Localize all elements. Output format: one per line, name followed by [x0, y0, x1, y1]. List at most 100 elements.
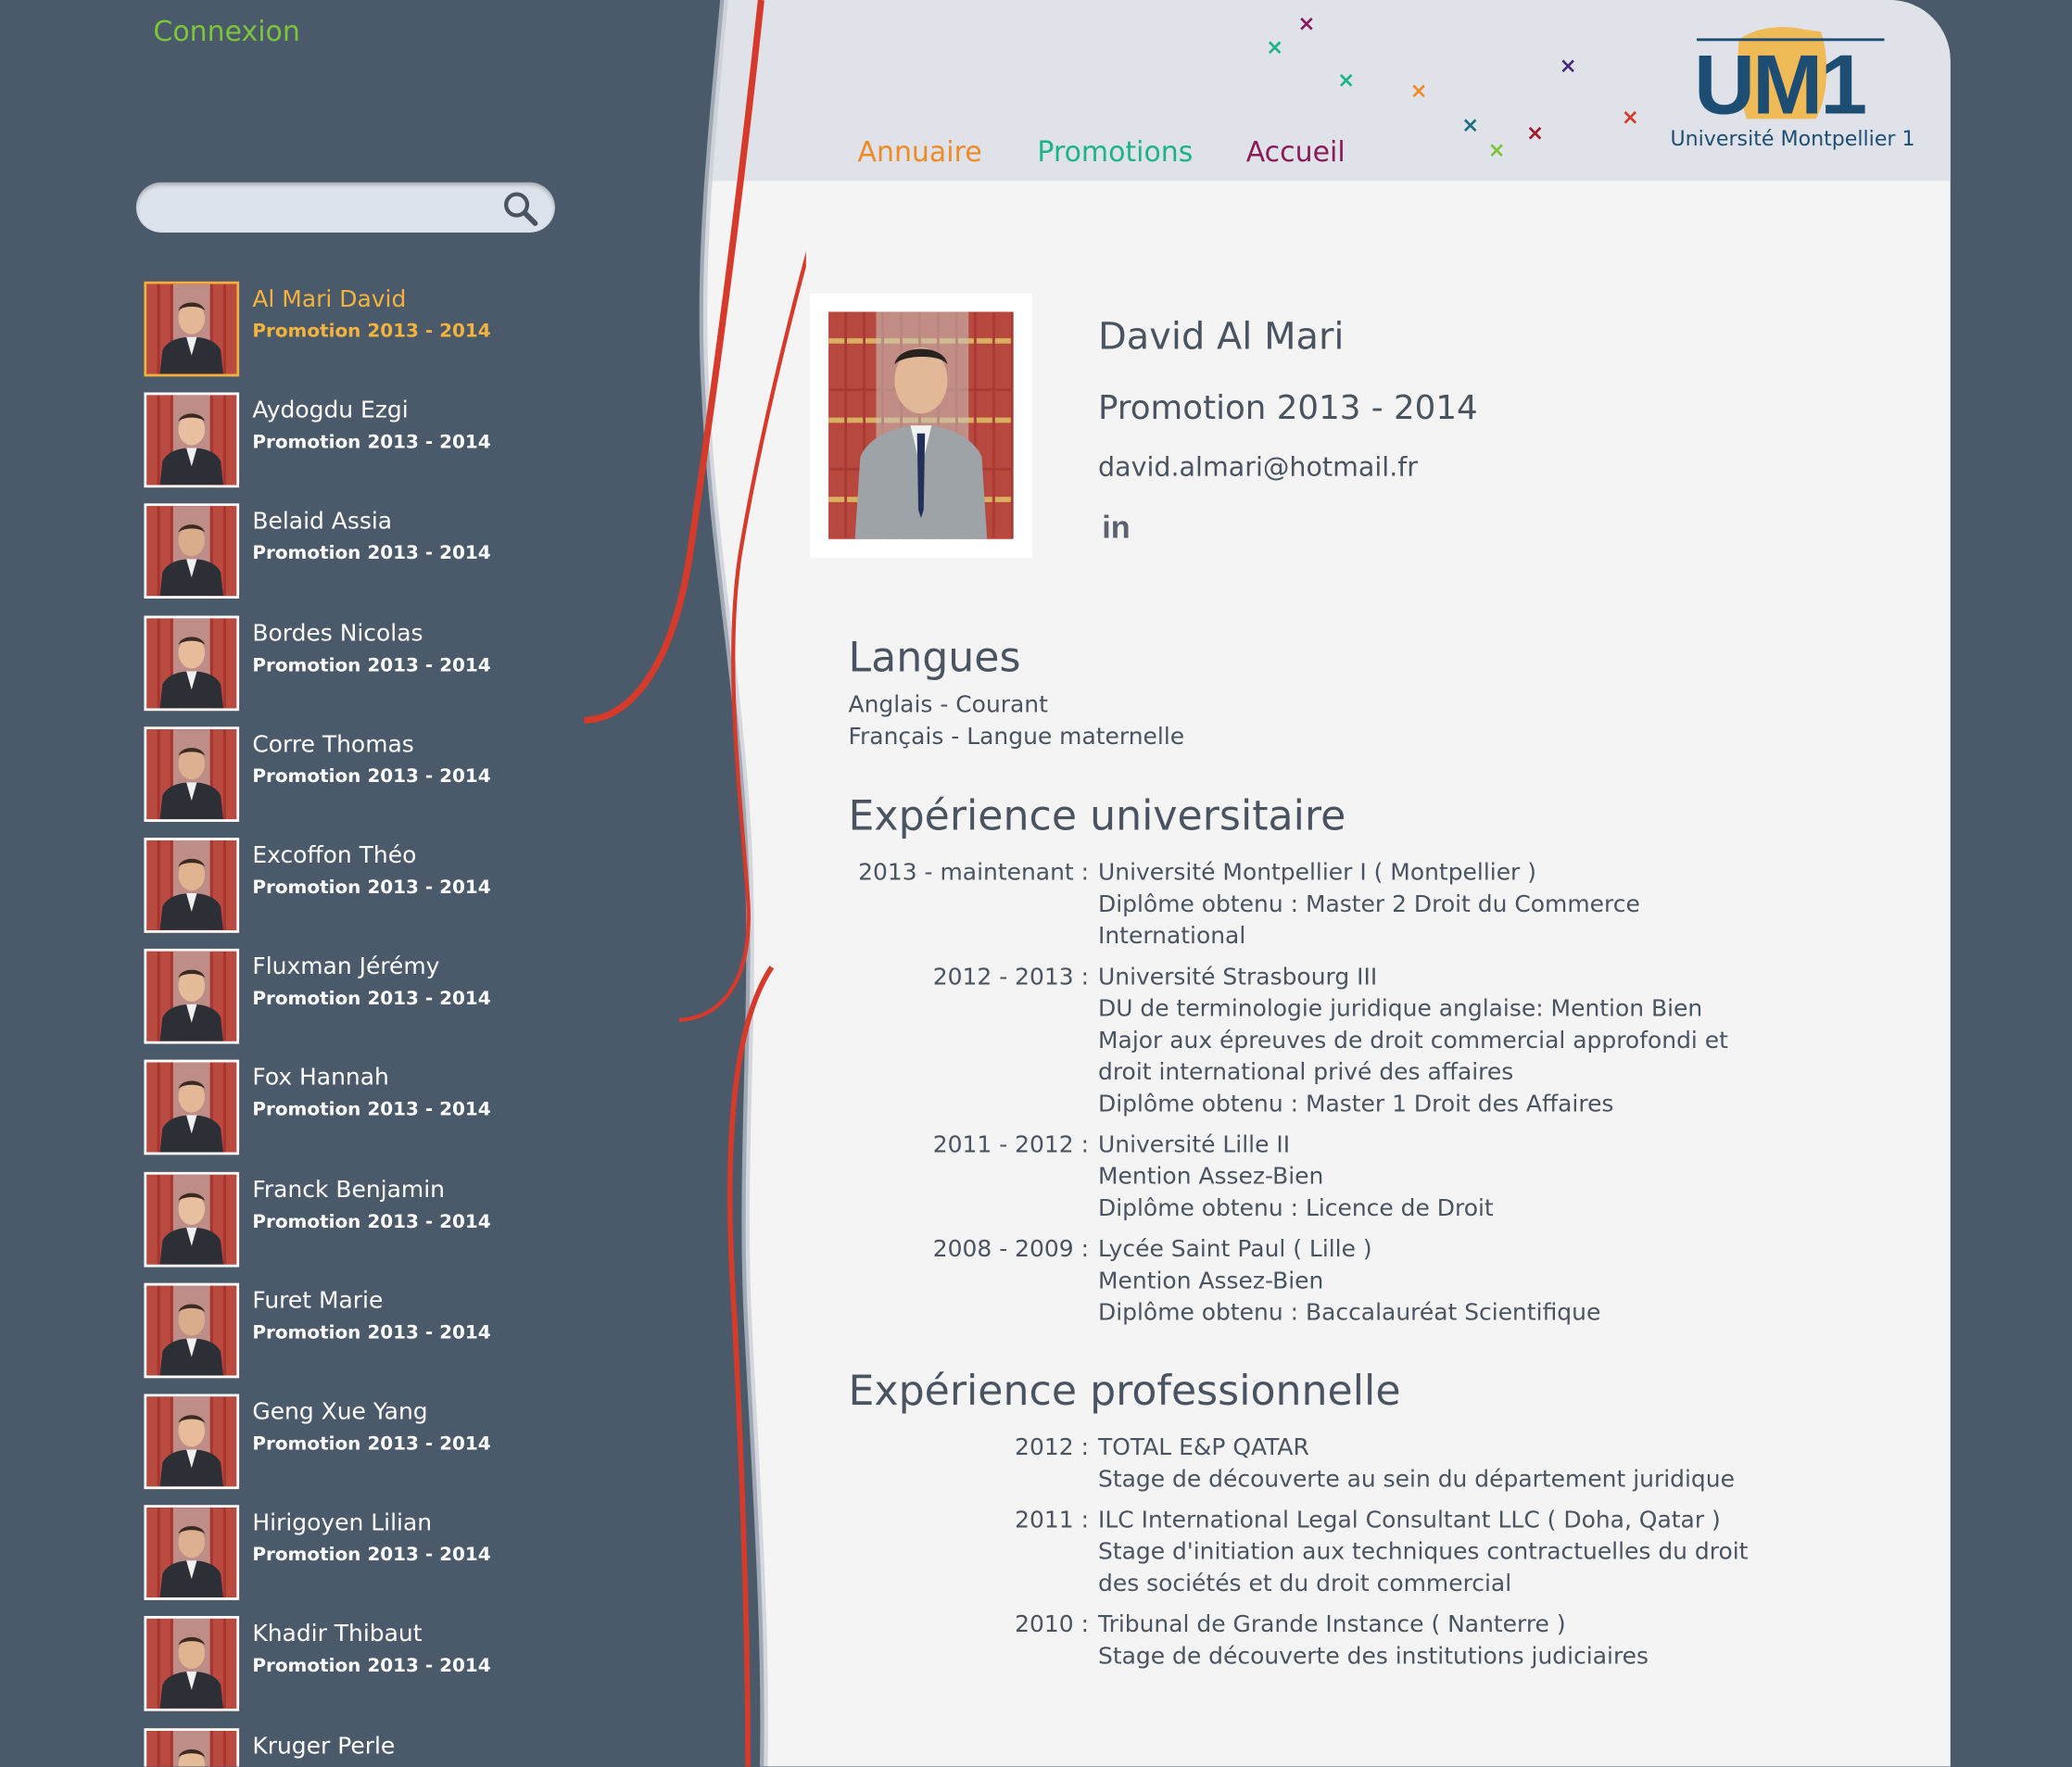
person-list-item[interactable]: Geng Xue Yang Promotion 2013 - 2014 [144, 1394, 580, 1490]
nav-promotions[interactable]: Promotions [1037, 136, 1193, 168]
logo-tagline: Université Montpellier 1 [1670, 126, 1915, 151]
person-name: Excoffon Théo [252, 842, 417, 870]
page: Connexion Al Mari David Promotion 2013 - … [0, 0, 2072, 1767]
person-promotion: Promotion 2013 - 2014 [252, 543, 491, 565]
person-name: Khadir Thibaut [252, 1622, 423, 1648]
person-promotion: Promotion 2013 - 2014 [252, 654, 491, 676]
person-name: Fluxman Jérémy [252, 953, 440, 981]
cross-decoration: × [1526, 120, 1545, 145]
entry-institution: Université Lille II [1098, 1132, 1291, 1159]
entry-detail: Mention Assez-Bien [1098, 1268, 1324, 1295]
login-link[interactable]: Connexion [153, 16, 299, 47]
person-name: Franck Benjamin [252, 1176, 445, 1204]
person-promotion: Promotion 2013 - 2014 [252, 1211, 491, 1232]
svg-text:UM1: UM1 [1694, 38, 1865, 133]
person-thumbnail [144, 1505, 240, 1601]
person-name: Al Mari David [252, 286, 407, 313]
person-promotion: Promotion 2013 - 2014 [252, 1545, 491, 1567]
person-thumbnail [144, 726, 240, 822]
person-name: Aydogdu Ezgi [252, 398, 409, 425]
person-thumbnail [144, 1616, 240, 1712]
entry-detail: Mention Assez-Bien [1098, 1164, 1324, 1191]
entry-detail: Diplôme obtenu : Master 1 Droit des Affa… [1098, 1091, 1614, 1118]
person-thumbnail [144, 949, 240, 1044]
person-promotion: Promotion 2013 - 2014 [252, 432, 491, 454]
entry-date: 2013 - maintenant : [858, 860, 1090, 887]
person-thumbnail [144, 1282, 240, 1379]
person-thumbnail [144, 1171, 240, 1267]
person-promotion: Promotion 2013 - 2014 [252, 1656, 491, 1678]
person-list-item[interactable]: Aydogdu Ezgi Promotion 2013 - 2014 [144, 392, 580, 488]
entry-date: 2012 : [1015, 1434, 1090, 1462]
person-promotion: Promotion 2013 - 2014 [252, 765, 491, 788]
person-name: Kruger Perle [252, 1733, 396, 1760]
person-thumbnail [144, 1060, 240, 1155]
cross-decoration: × [1297, 10, 1316, 36]
cross-decoration: × [1337, 67, 1356, 93]
cross-decoration: × [1487, 137, 1506, 163]
person-name: Geng Xue Yang [252, 1399, 428, 1426]
person-thumbnail [144, 614, 240, 711]
person-list-item[interactable]: Bordes Nicolas Promotion 2013 - 2014 [144, 614, 580, 711]
profile-photo [828, 311, 1014, 539]
search-icon[interactable] [500, 189, 540, 229]
person-list-item[interactable]: Belaid Assia Promotion 2013 - 2014 [144, 503, 580, 600]
person-list-item[interactable]: Excoffon Théo Promotion 2013 - 2014 [144, 838, 580, 933]
search-input[interactable] [154, 190, 491, 228]
nav-accueil[interactable]: Accueil [1246, 136, 1346, 168]
entry-institution: Université Strasbourg III [1098, 964, 1378, 991]
professional-title: Expérience professionnelle [848, 1367, 1401, 1416]
wave-decoration [568, 0, 806, 1767]
profile-promotion: Promotion 2013 - 2014 [1098, 388, 1478, 427]
nav-annuaire[interactable]: Annuaire [857, 136, 981, 168]
entry-detail: Diplôme obtenu : Master 2 Droit du Comme… [1098, 891, 1640, 919]
person-promotion: Promotion 2013 - 2014 [252, 1433, 491, 1456]
person-name: Hirigoyen Lilian [252, 1510, 433, 1537]
entry-institution: ILC International Legal Consultant LLC (… [1098, 1508, 1721, 1534]
person-promotion: Promotion 2013 - 2014 [252, 877, 491, 899]
person-thumbnail [144, 392, 240, 488]
cross-decoration: × [1559, 53, 1577, 79]
entry-detail: des sociétés et du droit commercial [1098, 1571, 1512, 1598]
entry-detail: Diplôme obtenu : Licence de Droit [1098, 1195, 1494, 1223]
person-promotion: Promotion 2013 - 2014 [252, 988, 491, 1010]
person-list-item[interactable]: Kruger Perle [144, 1727, 580, 1767]
languages-title: Langues [848, 634, 1021, 682]
search-bar [135, 182, 555, 233]
person-list-item[interactable]: Al Mari David Promotion 2013 - 2014 [144, 281, 580, 377]
person-name: Corre Thomas [252, 731, 414, 759]
entry-detail: Major aux épreuves de droit commercial a… [1098, 1028, 1728, 1054]
entry-detail: International [1098, 923, 1246, 951]
person-thumbnail [144, 1727, 240, 1767]
language-item: Français - Langue maternelle [848, 724, 1185, 751]
person-name: Furet Marie [252, 1288, 384, 1315]
entry-detail: Stage de découverte au sein du départeme… [1098, 1466, 1735, 1494]
person-list-item[interactable]: Franck Benjamin Promotion 2013 - 2014 [144, 1171, 580, 1267]
cross-decoration: × [1409, 78, 1428, 104]
entry-institution: Université Montpellier I ( Montpellier ) [1098, 860, 1536, 887]
person-list-item[interactable]: Fox Hannah Promotion 2013 - 2014 [144, 1060, 580, 1155]
person-thumbnail [144, 281, 240, 377]
entry-date: 2011 : [1015, 1508, 1090, 1534]
entry-institution: Lycée Saint Paul ( Lille ) [1098, 1236, 1372, 1264]
entry-date: 2010 : [1015, 1611, 1090, 1639]
person-name: Fox Hannah [252, 1065, 389, 1092]
profile-email-link[interactable]: david.almari@hotmail.fr [1098, 450, 1418, 482]
linkedin-icon[interactable]: in [1102, 510, 1130, 547]
entry-detail: Stage d'initiation aux techniques contra… [1098, 1539, 1749, 1566]
person-name: Bordes Nicolas [252, 620, 423, 648]
person-list-item[interactable]: Fluxman Jérémy Promotion 2013 - 2014 [144, 949, 580, 1044]
person-list-item[interactable]: Corre Thomas Promotion 2013 - 2014 [144, 726, 580, 822]
person-list-item[interactable]: Furet Marie Promotion 2013 - 2014 [144, 1282, 580, 1379]
person-thumbnail [144, 838, 240, 933]
cross-decoration: × [1461, 112, 1480, 138]
person-thumbnail [144, 503, 240, 600]
person-promotion: Promotion 2013 - 2014 [252, 1322, 491, 1344]
entry-detail: DU de terminologie juridique anglaise: M… [1098, 996, 1703, 1023]
person-list-item[interactable]: Hirigoyen Lilian Promotion 2013 - 2014 [144, 1505, 580, 1601]
entry-date: 2011 - 2012 : [932, 1132, 1090, 1159]
person-promotion: Promotion 2013 - 2014 [252, 1099, 491, 1121]
person-list-item[interactable]: Khadir Thibaut Promotion 2013 - 2014 [144, 1616, 580, 1712]
entry-date: 2012 - 2013 : [932, 964, 1090, 991]
language-item: Anglais - Courant [848, 692, 1048, 719]
